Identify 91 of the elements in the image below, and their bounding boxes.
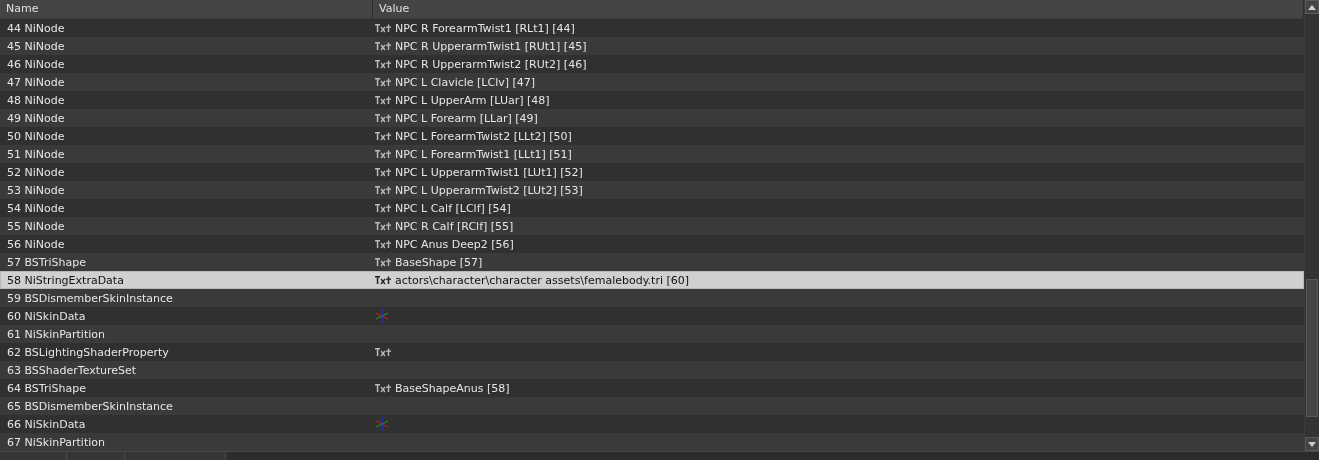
text-icon: [375, 131, 391, 141]
node-name: 49 NiNode: [6, 111, 66, 125]
text-icon: [375, 77, 391, 87]
text-icon: [375, 185, 391, 195]
up-arrow-icon: [1308, 4, 1316, 10]
node-value: NPC R Calf [RClf] [55]: [395, 219, 514, 233]
node-name: 55 NiNode: [6, 219, 66, 233]
node-name: 52 NiNode: [6, 165, 66, 179]
node-name: 53 NiNode: [6, 183, 66, 197]
node-name: 51 NiNode: [6, 147, 66, 161]
table-row[interactable]: 52 NiNode NPC L UpperarmTwist1 [LUt1] [52]: [0, 163, 1304, 181]
table-row[interactable]: 58 NiStringExtraData actors\character\character assets\femalebody.tri [60]: [0, 271, 1304, 289]
down-arrow-icon: [1308, 441, 1316, 447]
node-value: NPC L Clavicle [LClv] [47]: [395, 75, 536, 89]
node-name: 54 NiNode: [6, 201, 66, 215]
node-name: 60 NiSkinData: [6, 309, 87, 323]
node-name: 62 BSLightingShaderProperty: [6, 345, 170, 359]
node-name: 45 NiNode: [6, 39, 66, 53]
node-name: 58 NiStringExtraData: [6, 273, 125, 287]
node-value: NPC L Calf [LClf] [54]: [395, 201, 511, 215]
scroll-thumb[interactable]: [1306, 279, 1318, 417]
table-row[interactable]: 47 NiNode NPC L Clavicle [LClv] [47]: [0, 73, 1304, 91]
text-icon: [375, 275, 391, 285]
node-name: 47 NiNode: [6, 75, 66, 89]
node-name: 66 NiSkinData: [6, 417, 87, 431]
text-icon: [375, 167, 391, 177]
node-value: BaseShapeAnus [58]: [395, 381, 510, 395]
node-value: NPC Anus Deep2 [56]: [395, 237, 514, 251]
axes-icon: [375, 309, 389, 323]
table-row[interactable]: 54 NiNode NPC L Calf [LClf] [54]: [0, 199, 1304, 217]
node-name: 64 BSTriShape: [6, 381, 87, 395]
text-icon: [375, 347, 391, 357]
node-name: 63 BSShaderTextureSet: [6, 363, 138, 377]
node-value: NPC L ForearmTwist1 [LLt1] [51]: [395, 147, 572, 161]
node-value: NPC R UpperarmTwist2 [RUt2] [46]: [395, 57, 587, 71]
node-value: NPC L UpperarmTwist1 [LUt1] [52]: [395, 165, 583, 179]
bottom-tab[interactable]: [125, 452, 226, 460]
table-row[interactable]: 63 BSShaderTextureSet: [0, 361, 1304, 379]
text-icon: [375, 221, 391, 231]
text-icon: [375, 41, 391, 51]
text-icon: [375, 239, 391, 249]
table-row[interactable]: 60 NiSkinData: [0, 307, 1304, 325]
table-row[interactable]: 55 NiNode NPC R Calf [RClf] [55]: [0, 217, 1304, 235]
node-value: NPC L ForearmTwist2 [LLt2] [50]: [395, 129, 572, 143]
node-name: 46 NiNode: [6, 57, 66, 71]
node-name: 65 BSDismemberSkinInstance: [6, 399, 174, 413]
column-header[interactable]: Name: [0, 0, 373, 18]
scroll-up-button[interactable]: [1305, 0, 1319, 14]
table-row[interactable]: 57 BSTriShape BaseShape [57]: [0, 253, 1304, 271]
node-name: 61 NiSkinPartition: [6, 327, 106, 341]
node-name: 56 NiNode: [6, 237, 66, 251]
table-row[interactable]: 62 BSLightingShaderProperty: [0, 343, 1304, 361]
node-value: actors\character\character assets\femalebody.tri [60]: [395, 273, 690, 287]
table-row[interactable]: 64 BSTriShape BaseShapeAnus [58]: [0, 379, 1304, 397]
node-name: 67 NiSkinPartition: [6, 435, 106, 449]
text-icon: [375, 59, 391, 69]
table-row[interactable]: 48 NiNode NPC L UpperArm [LUar] [48]: [0, 91, 1304, 109]
scrollbar[interactable]: [1304, 0, 1319, 451]
table-row[interactable]: 53 NiNode NPC L UpperarmTwist2 [LUt2] [53]: [0, 181, 1304, 199]
node-value: NPC L UpperarmTwist2 [LUt2] [53]: [395, 183, 583, 197]
text-icon: [375, 149, 391, 159]
table-row[interactable]: 67 NiSkinPartition: [0, 433, 1304, 451]
table-row[interactable]: 44 NiNode NPC R ForearmTwist1 [RLt1] [44]: [0, 19, 1304, 37]
node-name: 59 BSDismemberSkinInstance: [6, 291, 174, 305]
table-row[interactable]: 65 BSDismemberSkinInstance: [0, 397, 1304, 415]
table-row[interactable]: 50 NiNode NPC L ForearmTwist2 [LLt2] [50]: [0, 127, 1304, 145]
table-row[interactable]: 51 NiNode NPC L ForearmTwist1 [LLt1] [51]: [0, 145, 1304, 163]
text-icon: [375, 257, 391, 267]
node-value: NPC R ForearmTwist1 [RLt1] [44]: [395, 21, 575, 35]
node-value: BaseShape [57]: [395, 255, 483, 269]
text-icon: [375, 113, 391, 123]
table-row[interactable]: 46 NiNode NPC R UpperarmTwist2 [RUt2] [46]: [0, 55, 1304, 73]
text-icon: [375, 23, 391, 33]
node-name: 57 BSTriShape: [6, 255, 87, 269]
node-value: NPC L UpperArm [LUar] [48]: [395, 93, 550, 107]
text-icon: [375, 203, 391, 213]
axes-icon: [375, 417, 389, 431]
text-icon: [375, 95, 391, 105]
table-row[interactable]: 49 NiNode NPC L Forearm [LLar] [49]: [0, 109, 1304, 127]
table-row[interactable]: 56 NiNode NPC Anus Deep2 [56]: [0, 235, 1304, 253]
node-value: NPC R UpperarmTwist1 [RUt1] [45]: [395, 39, 587, 53]
table-row[interactable]: 61 NiSkinPartition: [0, 325, 1304, 343]
node-value: NPC L Forearm [LLar] [49]: [395, 111, 538, 125]
node-name: 50 NiNode: [6, 129, 66, 143]
scroll-down-button[interactable]: [1305, 437, 1319, 451]
table-row[interactable]: 59 BSDismemberSkinInstance: [0, 289, 1304, 307]
table-row[interactable]: 45 NiNode NPC R UpperarmTwist1 [RUt1] [45]: [0, 37, 1304, 55]
table-row[interactable]: 66 NiSkinData: [0, 415, 1304, 433]
node-name: 48 NiNode: [6, 93, 66, 107]
text-icon: [375, 383, 391, 393]
node-name: 44 NiNode: [6, 21, 66, 35]
